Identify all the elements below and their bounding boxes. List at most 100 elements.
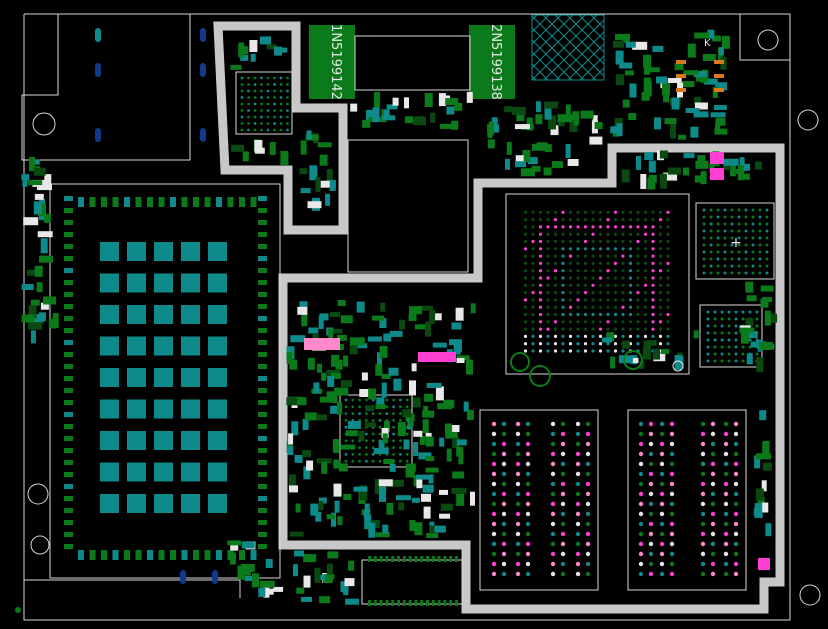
soc-ball xyxy=(568,210,573,214)
memory-ball xyxy=(700,561,706,567)
edge-pad xyxy=(258,388,267,393)
soc-ball xyxy=(628,269,633,273)
edge-pad xyxy=(135,550,142,560)
memory-ball xyxy=(700,441,706,447)
passive-component xyxy=(242,151,249,162)
soc-ball xyxy=(561,218,565,222)
passive-component xyxy=(425,321,432,337)
mounting-hole xyxy=(30,535,50,555)
bga-ball xyxy=(723,264,727,268)
soc-ball xyxy=(561,305,565,309)
soc-ball xyxy=(628,210,633,214)
memory-ball xyxy=(700,531,706,537)
bga-ball xyxy=(734,331,738,335)
memory-ball xyxy=(733,551,739,557)
bga-ball xyxy=(751,215,755,219)
pmic-ball xyxy=(365,446,368,449)
memory-ball xyxy=(669,501,675,507)
passive-component xyxy=(345,598,360,605)
soc-ball xyxy=(606,218,610,222)
bga-ball xyxy=(741,310,745,314)
pmic-ball xyxy=(365,432,368,436)
soc-ball xyxy=(523,218,528,222)
passive-component xyxy=(368,522,376,538)
memory-ball xyxy=(733,441,739,447)
soc-ball xyxy=(531,305,535,309)
edge-pad xyxy=(258,340,267,345)
soc-ball xyxy=(621,327,625,331)
memory-ball xyxy=(710,561,716,567)
memory-ball xyxy=(550,501,556,507)
edge-pad xyxy=(258,496,267,501)
soc-ball xyxy=(538,334,543,338)
passive-component xyxy=(301,313,308,327)
soc-ball xyxy=(636,254,640,258)
soc-ball xyxy=(576,298,580,302)
passive-component xyxy=(372,315,384,321)
bga-ball xyxy=(273,109,276,112)
soc-ball xyxy=(658,254,663,258)
soc-ball xyxy=(598,239,603,244)
bga-ball xyxy=(706,310,710,314)
edge-pad xyxy=(193,197,199,207)
bga-ball xyxy=(253,109,257,112)
memory-ball xyxy=(525,451,531,457)
memory-ball xyxy=(669,491,675,497)
bga-ball xyxy=(247,115,250,119)
soc-ball xyxy=(591,334,595,338)
bga-ball xyxy=(706,345,710,349)
passive-component xyxy=(470,303,476,314)
edge-pad xyxy=(147,197,153,207)
soc-ball xyxy=(576,247,580,251)
soc-ball xyxy=(613,218,618,222)
soc-ball xyxy=(651,276,655,280)
pmic-ball xyxy=(399,398,402,402)
chip-label-2: 2N5199138 xyxy=(488,24,503,100)
passive-component xyxy=(30,299,40,306)
bga-ball xyxy=(744,271,748,275)
soc-ball xyxy=(568,269,573,273)
memory-ball xyxy=(700,501,706,507)
soc-ball xyxy=(591,276,595,280)
soc-ball xyxy=(598,312,603,317)
memory-ball xyxy=(648,481,654,487)
passive-component xyxy=(34,193,44,200)
passive-component xyxy=(739,327,755,333)
soc-ball xyxy=(666,210,670,214)
soc-ball xyxy=(628,232,633,236)
memory-ball xyxy=(733,421,739,427)
memory-ball xyxy=(515,511,521,517)
memory-ball xyxy=(648,421,654,427)
passive-component xyxy=(337,300,346,306)
bga-ball xyxy=(702,250,706,254)
passive-component xyxy=(429,525,435,534)
bga-ball xyxy=(737,257,741,261)
memory-ball xyxy=(669,531,675,537)
passive-component xyxy=(379,486,386,502)
soc-ball xyxy=(613,283,618,287)
edge-pad xyxy=(258,436,267,441)
soc-ball xyxy=(643,232,648,236)
soc-ball xyxy=(598,320,603,324)
pmic-ball xyxy=(358,398,361,402)
passive-component xyxy=(21,174,30,181)
passive-component xyxy=(404,97,409,109)
bga-ball xyxy=(266,102,270,106)
soc-ball xyxy=(568,276,573,280)
memory-ball xyxy=(659,471,665,477)
pmic-ball xyxy=(399,419,402,422)
soc-ball xyxy=(598,225,603,229)
board-edge-right xyxy=(739,14,790,61)
edge-pad xyxy=(158,550,165,560)
soc-ball xyxy=(561,334,565,338)
module-pad xyxy=(127,368,146,387)
pmic-ball xyxy=(351,439,355,443)
passive-component xyxy=(23,217,39,226)
memory-ball xyxy=(491,441,497,447)
edge-pad xyxy=(64,244,73,249)
memory-ball xyxy=(723,521,729,527)
passive-component xyxy=(301,596,312,602)
memory-ball xyxy=(525,531,531,537)
pmic-ball xyxy=(371,412,375,415)
memory-ball xyxy=(669,431,675,437)
